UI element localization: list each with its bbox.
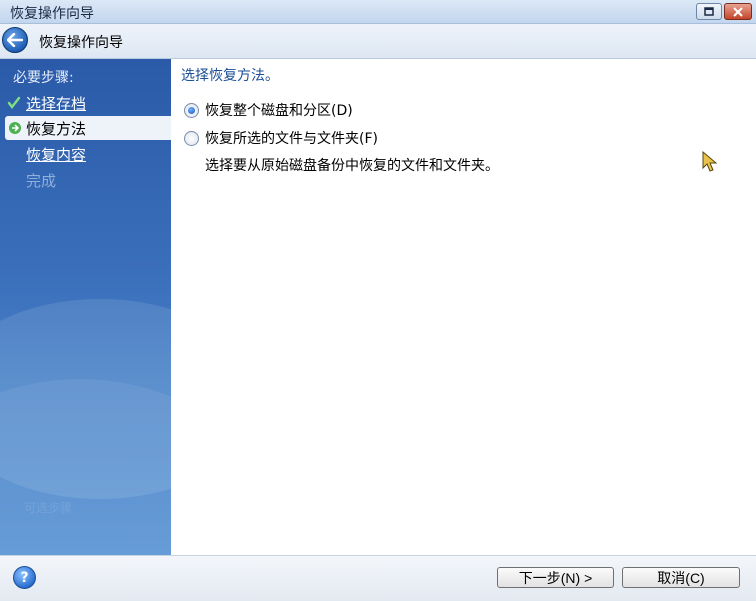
window-controls	[696, 3, 752, 20]
wizard-footer: ? 下一步(N) > 取消(C)	[0, 555, 756, 601]
steps-sidebar: 必要步骤: 选择存档 恢复方法 恢复内容 完成 可选步骤	[0, 59, 171, 555]
help-icon[interactable]: ?	[13, 566, 36, 589]
window-title-bar: 恢复操作向导	[0, 0, 756, 24]
step-finish: 完成	[0, 168, 171, 192]
close-icon	[733, 6, 743, 17]
checkmark-icon	[7, 96, 21, 109]
step-select-archive[interactable]: 选择存档	[0, 91, 171, 115]
restore-icon	[704, 6, 714, 16]
next-button[interactable]: 下一步(N) >	[497, 567, 614, 588]
option-label: 恢复所选的文件与文件夹(F)	[205, 131, 378, 147]
window-title: 恢复操作向导	[10, 6, 94, 22]
wizard-title: 恢复操作向导	[39, 35, 123, 51]
step-recovery-method[interactable]: 恢复方法	[5, 116, 171, 140]
restore-button[interactable]	[696, 3, 722, 20]
step-label: 完成	[26, 172, 57, 190]
main-panel: 选择恢复方法。 恢复整个磁盘和分区(D) 恢复所选的文件与文件夹(F) 选择要从…	[171, 59, 756, 555]
wizard-header: 恢复操作向导	[0, 24, 756, 59]
radio-button[interactable]	[184, 102, 199, 118]
back-button[interactable]	[2, 27, 28, 53]
step-label: 恢复内容	[26, 146, 87, 164]
option-recover-disks[interactable]: 恢复整个磁盘和分区(D)	[184, 99, 353, 121]
mouse-cursor-icon	[702, 151, 718, 172]
option-label: 恢复整个磁盘和分区(D)	[205, 103, 353, 119]
close-button[interactable]	[724, 3, 752, 20]
steps-heading: 必要步骤:	[13, 70, 74, 86]
radio-button[interactable]	[184, 130, 199, 146]
arrow-right-icon	[9, 122, 21, 134]
cancel-button[interactable]: 取消(C)	[622, 567, 740, 588]
optional-steps-label: 可选步骤	[24, 501, 73, 515]
step-recovery-content[interactable]: 恢复内容	[0, 142, 171, 166]
step-label: 选择存档	[26, 95, 87, 113]
option-recover-files[interactable]: 恢复所选的文件与文件夹(F)	[184, 127, 378, 149]
back-arrow-icon	[7, 33, 23, 47]
section-title: 选择恢复方法。	[181, 68, 279, 84]
step-label: 恢复方法	[26, 120, 87, 138]
option-description: 选择要从原始磁盘备份中恢复的文件和文件夹。	[205, 158, 499, 174]
